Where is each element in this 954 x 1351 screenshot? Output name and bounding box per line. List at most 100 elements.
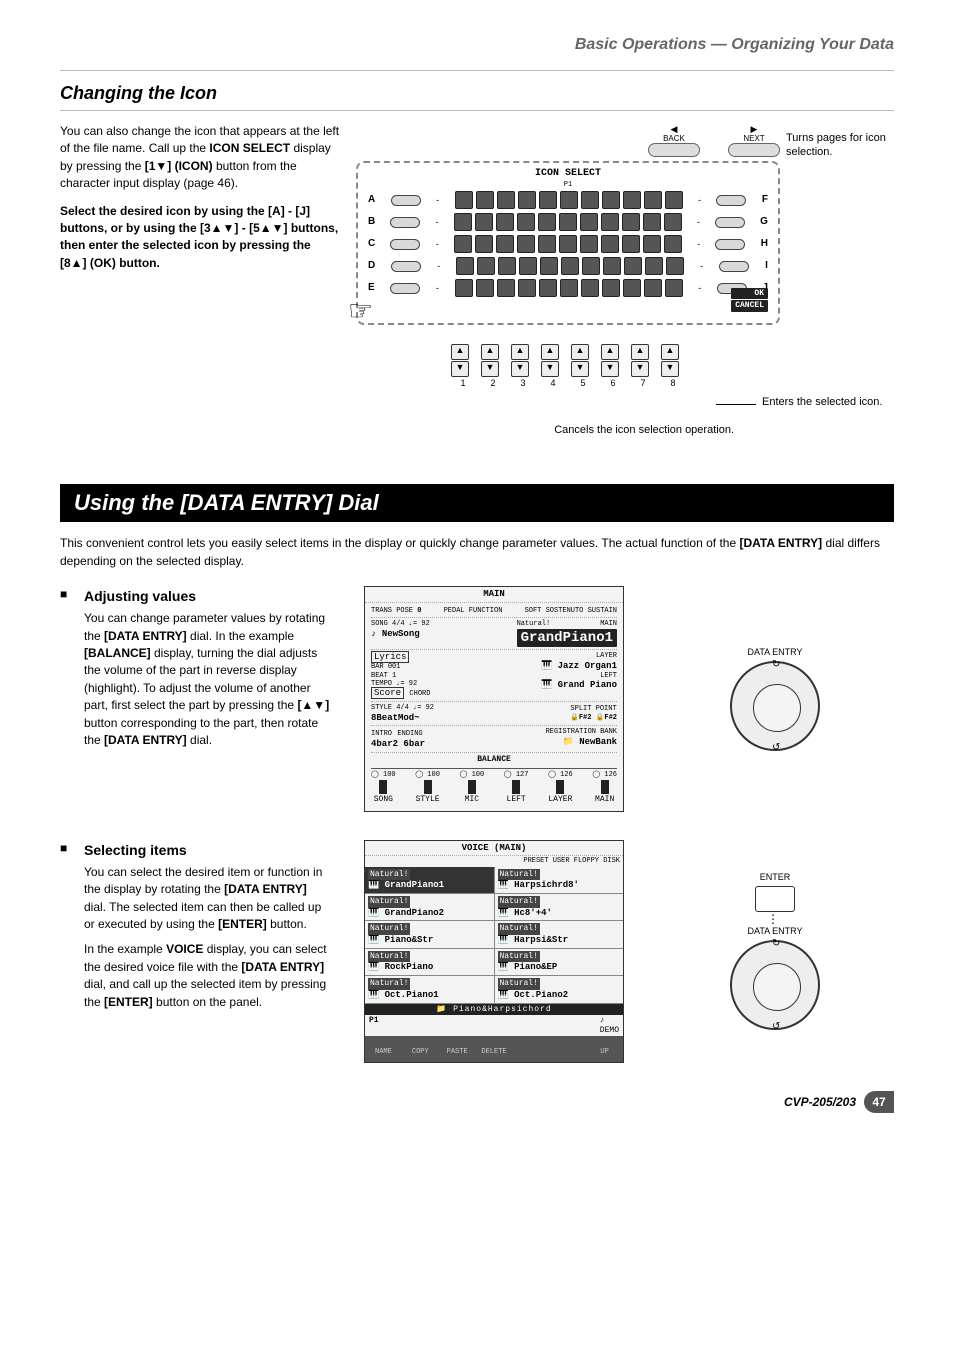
icon-cell[interactable] [601,235,619,253]
voice-item[interactable]: Natural!🎹 Oct.Piano2 [495,976,624,1002]
icon-cell[interactable] [496,235,514,253]
panel-side-button[interactable] [390,217,420,228]
panel-up-button[interactable]: ▲ [601,344,619,360]
footer-action [549,1036,586,1062]
voice-item[interactable]: Natural!🎹 RockPiano [365,949,495,975]
icon-cell[interactable] [476,279,494,297]
icon-cell[interactable] [518,191,536,209]
icon-cell[interactable] [664,235,682,253]
txt: button. [270,917,307,931]
icon-cell[interactable] [643,213,661,231]
icon-cell[interactable] [559,213,577,231]
panel-side-button[interactable] [715,217,745,228]
panel-up-button[interactable]: ▲ [661,344,679,360]
panel-up-button[interactable]: ▲ [481,344,499,360]
icon-cell[interactable] [454,235,472,253]
voice-item[interactable]: Natural!🎹 Piano&Str [365,921,495,947]
icon-cell[interactable] [622,235,640,253]
icon-cell[interactable] [582,257,600,275]
icon-cell[interactable] [540,257,558,275]
panel-up-button[interactable]: ▲ [511,344,529,360]
icon-cell[interactable] [602,279,620,297]
icon-cell[interactable] [477,257,495,275]
panel-up-button[interactable]: ▲ [451,344,469,360]
icon-cell[interactable] [475,213,493,231]
panel-down-button[interactable]: ▼ [511,361,529,377]
icon-cell[interactable] [539,279,557,297]
icon-cell[interactable] [665,279,683,297]
icon-cell[interactable] [643,235,661,253]
icon-cell[interactable] [580,235,598,253]
panel-side-button[interactable] [391,261,421,272]
icon-cell[interactable] [497,279,515,297]
panel-down-button[interactable]: ▼ [571,361,589,377]
icon-cell[interactable] [581,279,599,297]
panel-up-button[interactable]: ▲ [541,344,559,360]
voice-item[interactable]: Natural!🎹 GrandPiano2 [365,894,495,920]
icon-cell[interactable] [580,213,598,231]
panel-down-button[interactable]: ▼ [661,361,679,377]
icon-cell[interactable] [666,257,684,275]
voice-item[interactable]: Natural!🎹 Harpsichrd8' [495,867,624,893]
voice-item[interactable]: Natural!🎹 Oct.Piano1 [365,976,495,1002]
enter-button[interactable] [755,886,795,912]
panel-side-button[interactable] [391,195,421,206]
balance-part: ◯ 127LEFT [504,771,529,805]
panel-side-button[interactable] [715,239,745,250]
icon-cell[interactable] [519,257,537,275]
icon-cell[interactable] [581,191,599,209]
icon-cell[interactable] [456,257,474,275]
icon-cell[interactable] [623,191,641,209]
icon-cell[interactable] [559,235,577,253]
panel-down-button[interactable]: ▼ [451,361,469,377]
voice-item[interactable]: Natural!🎹 Piano&EP [495,949,624,975]
panel-down-button[interactable]: ▼ [541,361,559,377]
icon-cell[interactable] [665,191,683,209]
icon-cell[interactable] [538,235,556,253]
icon-cell[interactable] [560,279,578,297]
voice-item[interactable]: Natural!🎹 Harpsi&Str [495,921,624,947]
data-entry-dial[interactable]: ↻ ↺ [730,661,820,751]
icon-cell[interactable] [538,213,556,231]
icon-cell[interactable] [539,191,557,209]
back-button[interactable] [648,143,700,157]
icon-cell[interactable] [475,235,493,253]
icon-cell[interactable] [561,257,579,275]
panel-up-button[interactable]: ▲ [571,344,589,360]
row-letter: E [366,283,377,293]
icon-cell[interactable] [624,257,642,275]
panel-side-button[interactable] [390,283,420,294]
panel-up-button[interactable]: ▲ [631,344,649,360]
icon-cell[interactable] [518,279,536,297]
icon-cell[interactable] [603,257,621,275]
panel-down-button[interactable]: ▼ [631,361,649,377]
icon-cell[interactable] [644,279,662,297]
next-button[interactable] [728,143,780,157]
icon-cell[interactable] [454,213,472,231]
voice-item[interactable]: Natural!🎹 GrandPiano1 [365,867,495,893]
icon-cell[interactable] [644,191,662,209]
data-entry-dial[interactable]: ↻ ↺ [730,940,820,1030]
icon-cell[interactable] [622,213,640,231]
panel-down-button[interactable]: ▼ [601,361,619,377]
icon-cell[interactable] [497,191,515,209]
panel-side-button[interactable] [716,195,746,206]
icon-cell[interactable] [455,279,473,297]
row-letter: D [366,261,377,271]
icon-cell[interactable] [601,213,619,231]
icon-cell[interactable] [623,279,641,297]
icon-cell[interactable] [664,213,682,231]
icon-cell[interactable] [498,257,516,275]
icon-cell[interactable] [560,191,578,209]
icon-cell[interactable] [496,213,514,231]
voice-item[interactable]: Natural!🎹 Hc8'+4' [495,894,624,920]
icon-cell[interactable] [645,257,663,275]
panel-side-button[interactable] [390,239,420,250]
panel-side-button[interactable] [719,261,749,272]
icon-cell[interactable] [602,191,620,209]
icon-cell[interactable] [517,213,535,231]
icon-cell[interactable] [517,235,535,253]
panel-down-button[interactable]: ▼ [481,361,499,377]
icon-cell[interactable] [455,191,473,209]
icon-cell[interactable] [476,191,494,209]
